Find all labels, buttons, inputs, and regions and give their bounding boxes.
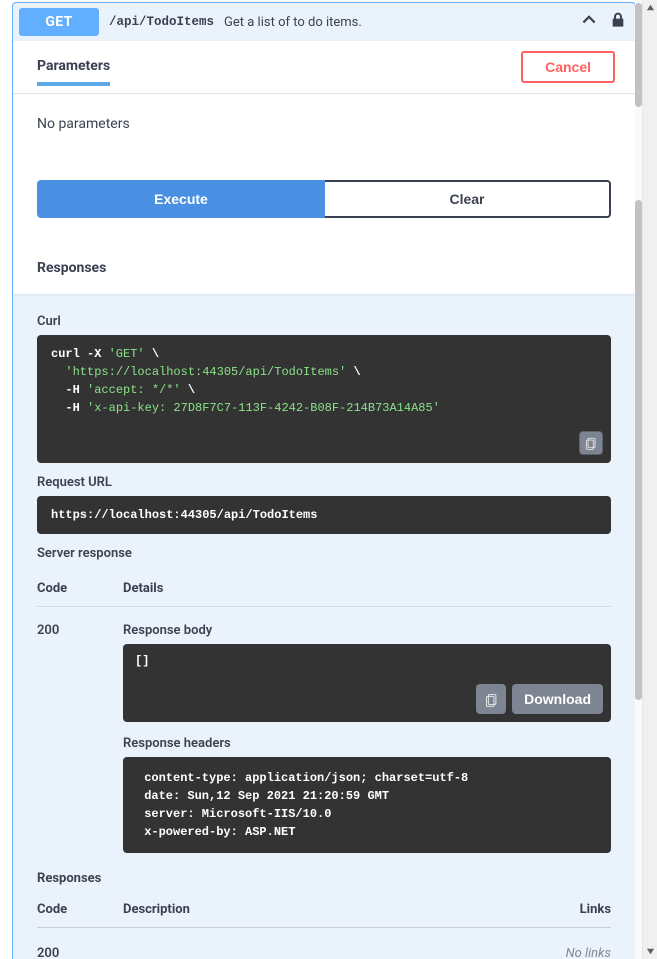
curl-cont1: \	[346, 365, 360, 379]
server-response-row: 200 Response body [] Download	[37, 607, 611, 853]
code-column-header: Code	[37, 581, 123, 596]
doc-row-description-cell: Success	[123, 946, 531, 959]
collapse-icon[interactable]	[581, 12, 597, 32]
doc-links-column-header: Links	[531, 902, 611, 917]
curl-cmd: curl -X	[51, 347, 109, 361]
doc-row-code: 200	[37, 946, 123, 959]
operation-header-actions	[581, 12, 629, 32]
response-body-value: []	[135, 654, 149, 668]
parameters-tab[interactable]: Parameters	[37, 58, 110, 86]
operation-path: /api/TodoItems	[109, 15, 214, 29]
request-url-box: https://localhost:44305/api/TodoItems	[37, 496, 611, 534]
responses-header: Responses	[13, 242, 635, 294]
execute-button[interactable]: Execute	[37, 180, 325, 218]
server-response-table-head: Code Details	[37, 571, 611, 607]
server-response-label: Server response	[37, 546, 611, 561]
inner-scrollbar-track[interactable]	[635, 0, 642, 959]
responses-doc-row: 200 Success No links	[37, 928, 611, 959]
operation-description: Get a list of to do items.	[224, 15, 571, 30]
doc-row-links: No links	[531, 946, 611, 959]
clipboard-icon	[484, 692, 499, 707]
details-column-header: Details	[123, 581, 611, 596]
copy-curl-button[interactable]	[579, 431, 603, 455]
viewport: GET /api/TodoItems Get a list of to do i…	[0, 0, 657, 959]
inner-scrollbar-thumb-top[interactable]	[635, 3, 642, 107]
method-badge: GET	[19, 8, 99, 36]
curl-cont0: \	[145, 347, 159, 361]
parameters-bar: Parameters Cancel	[13, 41, 635, 93]
response-body-label: Response body	[123, 623, 611, 638]
cancel-button[interactable]: Cancel	[521, 51, 615, 83]
response-body-box: [] Download	[123, 644, 611, 722]
curl-indent3: -H	[51, 401, 87, 415]
lock-icon[interactable]	[611, 12, 625, 32]
curl-code-box: curl -X 'GET' \ 'https://localhost:44305…	[37, 335, 611, 463]
outer-scrollbar-track[interactable]	[642, 0, 657, 959]
operation-header[interactable]: GET /api/TodoItems Get a list of to do i…	[13, 3, 635, 41]
action-buttons-row: Execute Clear	[13, 180, 635, 242]
chevron-down-icon	[646, 947, 655, 956]
response-headers-label: Response headers	[123, 736, 611, 751]
operation-panel: GET /api/TodoItems Get a list of to do i…	[12, 2, 636, 959]
responses-doc-table-head: Code Description Links	[37, 892, 611, 928]
copy-response-button[interactable]	[476, 684, 506, 714]
no-parameters-message: No parameters	[13, 93, 635, 180]
content-area: GET /api/TodoItems Get a list of to do i…	[12, 0, 636, 959]
curl-method: 'GET'	[109, 347, 145, 361]
clipboard-icon	[584, 436, 598, 450]
responses-doc-header: Responses	[37, 853, 611, 886]
response-body-actions: Download	[476, 684, 603, 714]
curl-indent2: -H	[51, 383, 87, 397]
curl-indent1	[51, 365, 65, 379]
doc-code-column-header: Code	[37, 902, 123, 917]
curl-apikey: 'x-api-key: 27D8F7C7-113F-4242-B08F-214B…	[87, 401, 440, 415]
scroll-down-button[interactable]	[643, 944, 657, 959]
server-response-details: Response body [] Download Response heade…	[123, 623, 611, 853]
clear-button[interactable]: Clear	[325, 180, 611, 218]
curl-cont2: \	[181, 383, 195, 397]
curl-label: Curl	[37, 314, 611, 329]
inner-scrollbar-thumb-mid[interactable]	[635, 200, 642, 700]
scroll-up-button[interactable]	[643, 0, 657, 15]
response-headers-box: content-type: application/json; charset=…	[123, 757, 611, 853]
curl-accept: 'accept: */*'	[87, 383, 181, 397]
chevron-up-icon	[646, 3, 655, 12]
doc-description-column-header: Description	[123, 902, 531, 917]
responses-block: Curl curl -X 'GET' \ 'https://localhost:…	[13, 294, 635, 959]
server-response-code: 200	[37, 623, 123, 638]
download-button[interactable]: Download	[512, 684, 603, 714]
request-url-label: Request URL	[37, 475, 611, 490]
curl-url: 'https://localhost:44305/api/TodoItems'	[65, 365, 346, 379]
